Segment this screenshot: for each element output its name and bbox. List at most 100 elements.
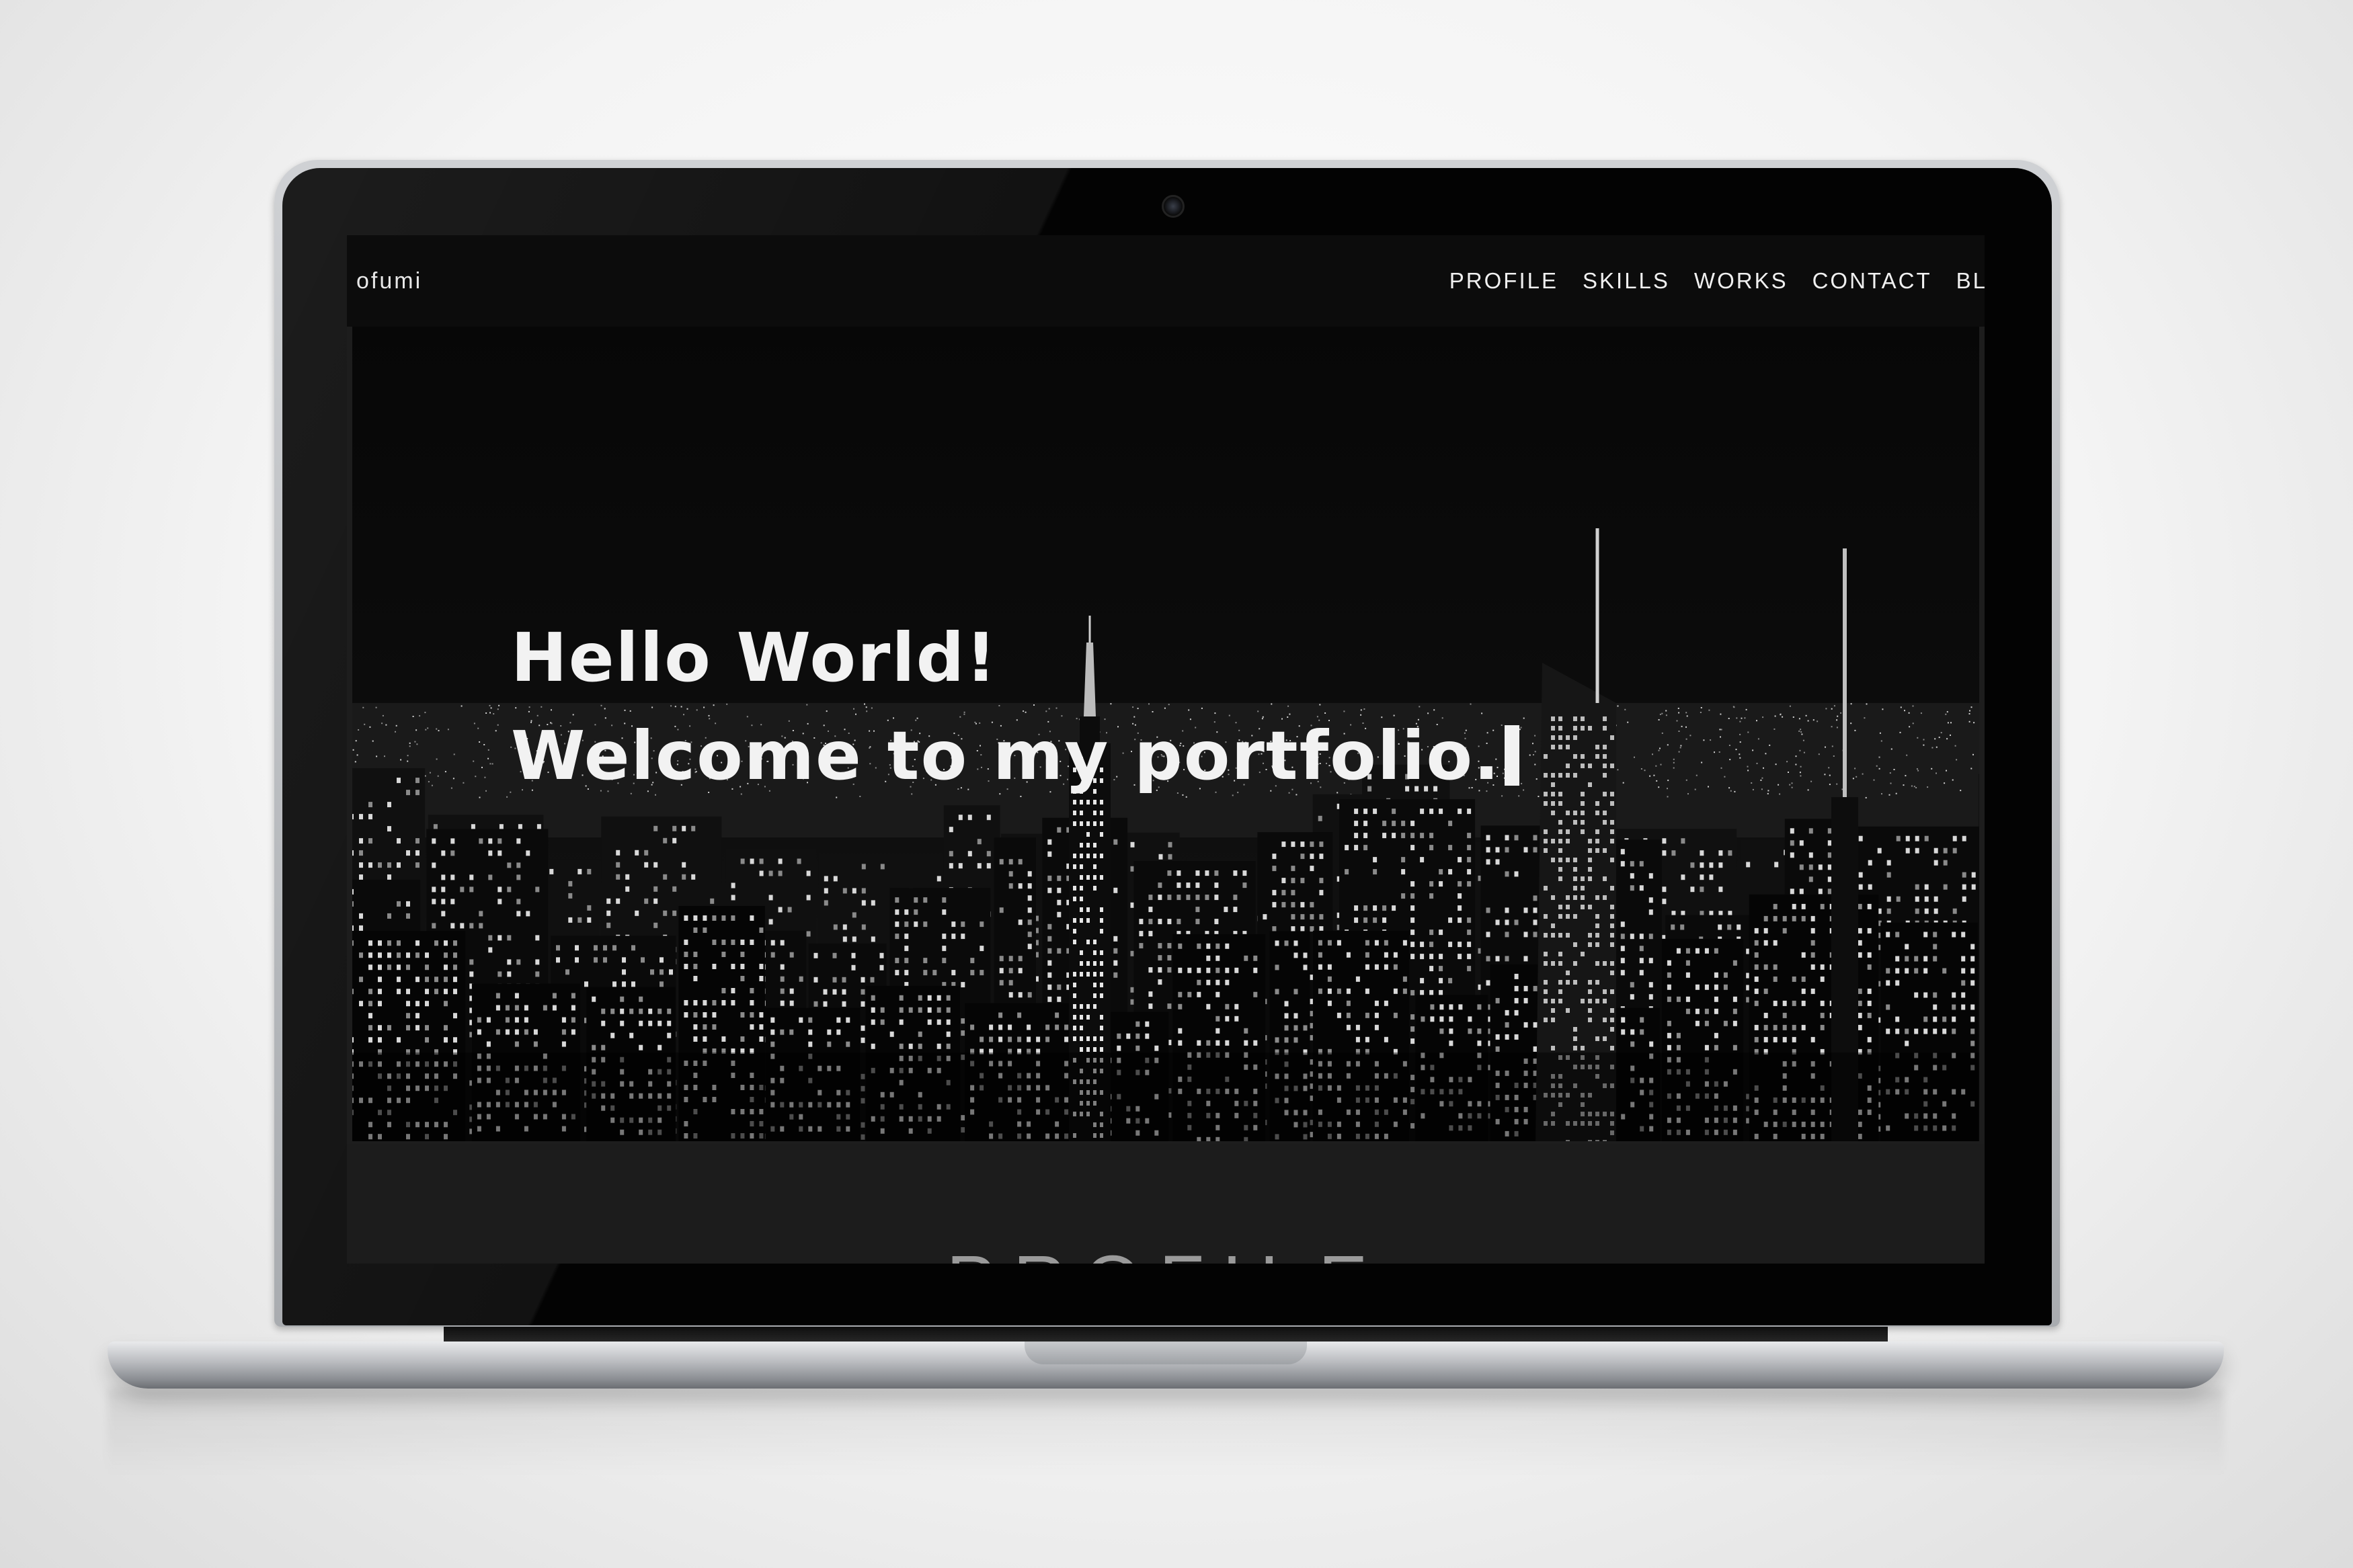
window-light [1233,895,1238,901]
distant-light [1667,780,1669,782]
window-light [397,977,401,983]
window-light [871,995,875,1001]
window-light [808,1029,813,1035]
site-brand[interactable]: ofumi [356,268,422,294]
distant-light [1622,782,1624,784]
window-light [1293,1025,1298,1031]
window-light [352,850,354,856]
distant-light [1728,745,1730,746]
window-light [406,1001,410,1007]
distant-light [1893,769,1895,770]
distant-light [1931,768,1933,770]
window-light [1205,870,1209,876]
distant-light [1736,717,1738,719]
window-light [1018,968,1023,974]
distant-light [1895,792,1897,794]
window-light [998,1036,1003,1042]
distant-light [1658,719,1660,720]
window-light [352,989,354,995]
distant-light [1791,786,1793,788]
window-light [601,1008,606,1014]
window-light [806,931,811,937]
window-light [824,876,828,882]
window-light [1700,874,1704,880]
window-light [514,1017,519,1023]
window-light [406,850,410,856]
window-light [1319,878,1324,884]
distant-light [489,704,491,706]
window-light [1374,1024,1379,1030]
distant-light [497,724,499,726]
window-light [684,964,688,969]
nav-item-blog[interactable]: BL( [1956,268,1985,294]
window-light [759,927,764,933]
distant-light [1533,754,1534,755]
distant-light [1837,715,1839,717]
window-light [441,874,446,880]
window-light [1176,870,1181,876]
window-light [721,1036,726,1042]
distant-light [438,730,440,732]
window-light [1139,919,1144,925]
window-light [601,1020,606,1026]
distant-light [1520,727,1522,729]
distant-light [1659,747,1661,749]
distant-light [1658,786,1660,788]
window-light [759,976,764,981]
window-light [1293,952,1298,958]
window-light [629,1008,634,1014]
distant-light [1653,774,1655,776]
window-light [768,870,773,876]
window-light [552,1005,557,1011]
window-light [397,940,401,946]
window-light [1495,919,1500,925]
window-light [606,922,611,928]
distant-light [1831,726,1833,728]
nav-item-profile[interactable]: PROFILE [1449,268,1558,294]
distant-light [1775,764,1777,766]
window-light [434,940,438,946]
window-light [682,874,686,880]
window-light [861,989,865,995]
window-light [495,1029,500,1035]
window-light [1429,942,1434,948]
window-light [871,1019,875,1025]
window-light [359,838,363,844]
window-light [1662,886,1667,893]
window-light [1896,896,1901,902]
nav-item-skills[interactable]: SKILLS [1583,268,1670,294]
distant-light [1656,780,1658,782]
distant-light [1880,740,1882,742]
distant-light [1912,705,1914,707]
window-light [1467,857,1472,863]
distant-light [1905,775,1907,777]
distant-light [436,728,438,730]
nav-item-contact[interactable]: CONTACT [1812,268,1932,294]
window-light [471,824,475,830]
distant-light [1780,714,1782,716]
window-light [1505,871,1509,877]
window-light [1952,848,1957,854]
window-light [635,910,639,916]
distant-light [477,727,479,729]
window-light [1017,1036,1022,1042]
nav-item-works[interactable]: WORKS [1694,268,1788,294]
window-light [871,1043,875,1049]
window-light [526,911,530,917]
window-light [660,981,664,987]
window-light [584,981,588,987]
window-light [1915,908,1919,914]
window-light [453,1037,457,1043]
window-light [1827,840,1832,846]
window-light [1365,1012,1369,1018]
distant-light [1678,712,1680,714]
window-light [970,970,975,976]
window-light [415,778,420,784]
window-light [1467,966,1472,972]
window-light [387,826,391,832]
window-light [497,935,502,941]
window-light [1346,952,1351,958]
window-light [880,864,885,870]
window-light [1206,1003,1211,1009]
window-light [625,886,630,892]
